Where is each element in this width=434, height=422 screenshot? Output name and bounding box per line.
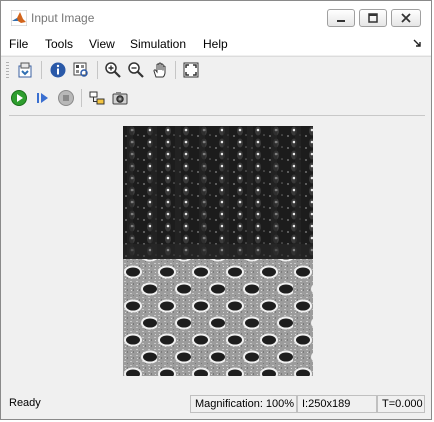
run-button[interactable]	[9, 88, 29, 108]
fit-to-view-icon	[183, 62, 199, 78]
window-title: Input Image	[31, 11, 95, 25]
info-button[interactable]	[48, 60, 68, 80]
input-image	[123, 126, 313, 376]
toolbar-separator	[175, 61, 176, 79]
pan-button[interactable]	[150, 60, 170, 80]
dock-arrow-icon[interactable]	[413, 39, 421, 47]
step-forward-button[interactable]	[33, 88, 53, 108]
status-bar: Ready Magnification: 100% I:250x189 T=0.…	[1, 393, 431, 415]
minimize-button[interactable]	[327, 9, 355, 27]
image-size-readout: I:250x189	[297, 395, 377, 413]
image-viewer-window: Input Image File Tools View Simulation H…	[0, 0, 432, 420]
highlight-block-icon	[89, 91, 105, 105]
print-to-figure-button[interactable]	[15, 60, 35, 80]
close-button[interactable]	[391, 9, 421, 27]
toolbar-separator	[41, 61, 42, 79]
print-to-figure-icon	[18, 62, 32, 78]
stop-button[interactable]	[56, 88, 76, 108]
menu-tools[interactable]: Tools	[45, 37, 73, 51]
title-bar[interactable]: Input Image	[1, 1, 431, 33]
step-forward-icon	[37, 93, 48, 103]
menu-simulation[interactable]: Simulation	[130, 37, 186, 51]
magnification-readout: Magnification: 100%	[190, 395, 297, 413]
zoom-out-icon	[128, 62, 144, 78]
toolbar-separator	[81, 89, 82, 107]
maximize-icon	[368, 13, 378, 23]
menu-help[interactable]: Help	[203, 37, 228, 51]
main-toolbar	[1, 57, 431, 83]
zoom-out-button[interactable]	[126, 60, 146, 80]
info-icon	[50, 62, 66, 78]
maximize-button[interactable]	[359, 9, 387, 27]
pan-hand-icon	[153, 62, 166, 78]
highlight-block-button[interactable]	[87, 88, 107, 108]
close-icon	[401, 13, 411, 23]
pixel-region-icon	[73, 62, 88, 77]
menu-bar: File Tools View Simulation Help	[1, 33, 431, 55]
zoom-in-icon	[105, 62, 121, 78]
sim-time-readout: T=0.000	[377, 395, 425, 413]
snapshot-camera-icon	[112, 92, 128, 105]
image-viewport[interactable]	[9, 115, 425, 392]
toolbar-grip[interactable]	[6, 62, 9, 78]
minimize-icon	[337, 20, 345, 22]
matlab-logo-icon	[11, 10, 27, 26]
pixel-region-button[interactable]	[71, 60, 91, 80]
menu-view[interactable]: View	[89, 37, 115, 51]
toolbar-separator	[97, 61, 98, 79]
stop-icon	[58, 90, 74, 106]
snapshot-button[interactable]	[110, 88, 130, 108]
status-text: Ready	[9, 397, 41, 409]
run-icon	[11, 90, 27, 106]
simulation-toolbar	[1, 85, 431, 111]
fit-to-view-button[interactable]	[181, 60, 201, 80]
menu-file[interactable]: File	[9, 37, 28, 51]
zoom-in-button[interactable]	[103, 60, 123, 80]
